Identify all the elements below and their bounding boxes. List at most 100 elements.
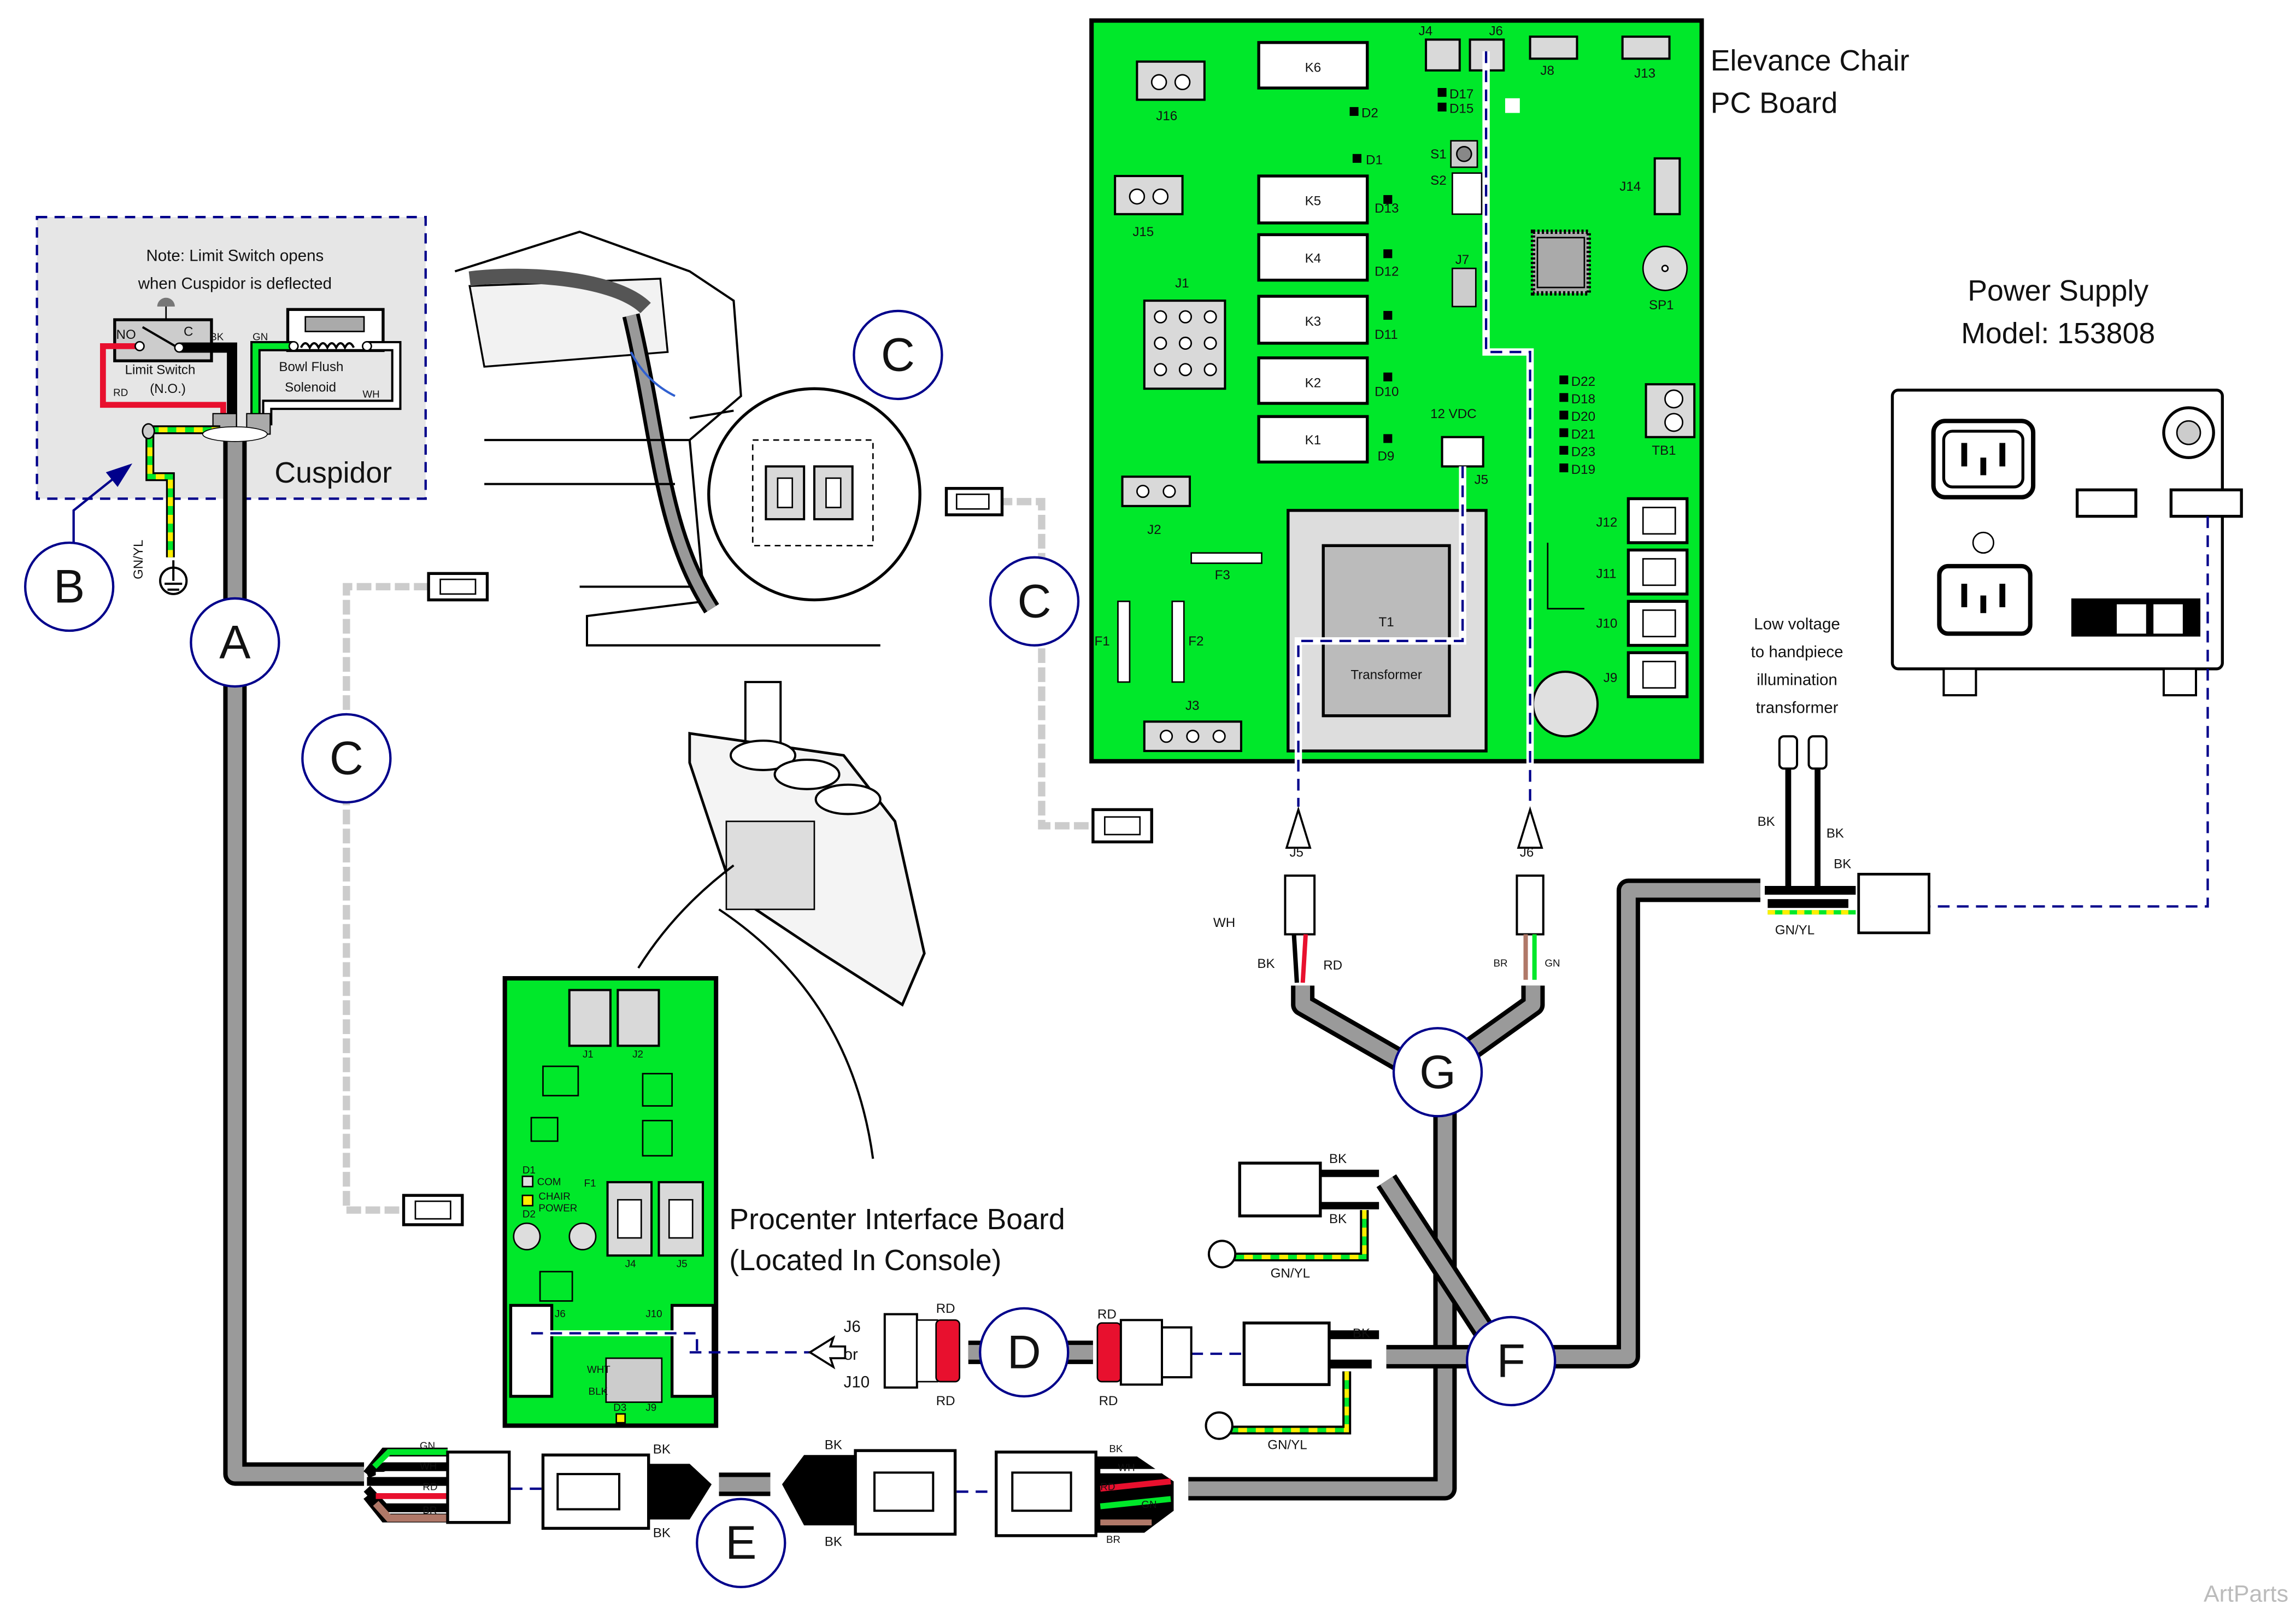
harness_d-rd3-label: RD: [1097, 1307, 1117, 1322]
harness_e-bk5-label: BK: [1109, 1443, 1123, 1454]
pc_board-s1-label: S1: [1430, 147, 1447, 162]
solenoid-label-line1: Bowl Flush: [279, 360, 343, 374]
limit-switch-type: (N.O.): [150, 381, 186, 396]
callout-a: A: [190, 597, 280, 688]
callouts-f-label: F: [1496, 1335, 1525, 1387]
connector-housing: [541, 1453, 650, 1530]
pc_board-connectors-j2-label: J2: [1147, 522, 1161, 537]
relay-k1: K1: [1257, 415, 1369, 464]
callout-b: B: [24, 541, 115, 632]
pc_board-diodes-8-label: D15: [1449, 102, 1473, 116]
pc_board-relays-4-label: K2: [1305, 375, 1322, 390]
pc_board-connectors-j11-label: J11: [1596, 566, 1616, 581]
test-pad: [1505, 98, 1520, 113]
pc_board-status_leds-0-label: D22: [1571, 374, 1595, 389]
pc_board-fuses-f3-label: F3: [1215, 568, 1230, 583]
procenter-j4-label: J4: [625, 1258, 636, 1270]
pc_board-connectors-j7-label: J7: [1455, 252, 1470, 267]
harness_e-rd-label: RD: [422, 1481, 437, 1493]
harness_d-rd4-label: RD: [1099, 1394, 1118, 1408]
harness_g-rd-label: RD: [1323, 958, 1342, 973]
transformer-t1: T1 Transformer: [1287, 509, 1488, 753]
harness_g-br-label: BR: [1494, 958, 1508, 969]
rj-plug: [944, 486, 1004, 516]
low_voltage-line3-label: illumination: [1757, 671, 1837, 689]
molex-connector: [2169, 488, 2243, 518]
power-supply: Power Supply Model: 153808: [1890, 274, 2243, 908]
ground-symbol-icon: [1972, 531, 1994, 554]
pc_board-status_leds-4-label: D23: [1571, 445, 1595, 460]
power-supply-title-line2: Model: 153808: [1961, 317, 2155, 350]
harness_e-bk1-label: BK: [653, 1442, 671, 1457]
capacitor: [1531, 671, 1599, 738]
pc_board-relays-5-label: K1: [1305, 433, 1322, 448]
pc_board-diodes-6-label: D9: [1377, 449, 1394, 464]
low_voltage-bk2-label: BK: [1827, 826, 1844, 841]
pc_board-status_leds-3-label: D21: [1571, 427, 1595, 442]
harness_e-br-label: BR: [422, 1505, 437, 1516]
power-supply-title-line1: Power Supply: [1968, 274, 2148, 307]
connector-housing: [446, 1451, 511, 1524]
procenter-f1-label: F1: [584, 1177, 596, 1189]
harness-f: BK BK GN/YL BK GN/YL: [1191, 1152, 1379, 1452]
harness_g-gn-label: GN: [1545, 958, 1560, 969]
harness_f-bk2-label: BK: [1329, 1212, 1347, 1226]
pc_board-connectors-j6-label: J6: [1489, 24, 1502, 38]
procenter-j2-label: J2: [632, 1048, 643, 1060]
harness_e-br2-label: BR: [1106, 1534, 1120, 1545]
harness_e-bk3-label: BK: [825, 1437, 842, 1452]
pc_board-connectors-j5-label: J5: [1475, 473, 1489, 488]
callouts-c-label: C: [1018, 575, 1052, 627]
ac-inlet-icon: [1931, 419, 2036, 500]
harness_d-or-label: or: [844, 1346, 858, 1364]
pc_board-connectors-tb1-label: TB1: [1652, 443, 1676, 458]
pc_board-t1-label: T1: [1379, 615, 1394, 630]
procenter-title-line1: Procenter Interface Board: [729, 1203, 1065, 1236]
low_voltage-gnyl-label: GN/YL: [1775, 923, 1815, 938]
procenter-title-line2: (Located In Console): [729, 1244, 1001, 1277]
harness_f-gnyl1-label: GN/YL: [1271, 1266, 1310, 1281]
procenter-com-label: COM: [537, 1176, 561, 1187]
harness_f-gnyl2-label: GN/YL: [1267, 1437, 1307, 1452]
cuspidor-note-line1: Note: Limit Switch opens: [146, 247, 324, 265]
pc-board-title-line1: Elevance Chair: [1711, 44, 1910, 77]
callout-c: C: [301, 713, 392, 804]
rj-plug: [402, 1194, 464, 1226]
callouts-g-label: G: [1419, 1046, 1456, 1099]
harness_e-bk2-label: BK: [653, 1525, 671, 1540]
harness_d-rd1-label: RD: [936, 1301, 955, 1316]
harness-g: J5 J6 WH BK RD BR GN: [1213, 806, 1560, 983]
pc_board-connectors-j13-label: J13: [1634, 66, 1655, 81]
low_voltage-line2-label: to handpiece: [1751, 643, 1843, 661]
c-terminal-label: C: [184, 325, 193, 339]
procenter-d2-label: D2: [522, 1208, 536, 1219]
low_voltage-bk1-label: BK: [1758, 814, 1775, 829]
callout-g: G: [1392, 1027, 1483, 1118]
pc_board-diodes-4-label: D11: [1375, 327, 1397, 342]
pc_board-status_leds-5-label: D19: [1571, 462, 1595, 477]
harness_e-bk4-label: BK: [825, 1535, 842, 1549]
callouts-e-label: E: [725, 1517, 756, 1569]
procenter-d3-label: D3: [613, 1402, 626, 1413]
wiring-diagram: Note: Limit Switch opens when Cuspidor i…: [24, 18, 2288, 1607]
cable-a: [202, 426, 365, 1486]
procenter-j5-label: J5: [677, 1258, 688, 1270]
pc_board-diodes-1-label: D1: [1366, 153, 1383, 168]
pc_board-diodes-5-label: D10: [1375, 385, 1399, 400]
gnyl-wire-label: GN/YL: [131, 540, 146, 579]
procenter-j6-label: J6: [555, 1308, 566, 1319]
callout-c: C: [853, 309, 943, 401]
chair-base-illustration: [454, 230, 921, 647]
low_voltage-line1-label: Low voltage: [1754, 615, 1840, 633]
pc_board-connectors-j15-label: J15: [1132, 225, 1154, 239]
harness_e-gn-label: GN: [420, 1440, 435, 1451]
callouts-b-label: B: [54, 560, 85, 613]
relay-k4: K4: [1257, 233, 1369, 282]
callouts-c-label: C: [881, 328, 915, 381]
rj-jack-j5: J5: [657, 1181, 704, 1270]
relay-k6: K6: [1257, 41, 1369, 90]
ground-icon: [159, 560, 188, 595]
solenoid-label-line2: Solenoid: [285, 380, 336, 395]
harness_d-j10-label: J10: [844, 1373, 870, 1391]
pc_board-connectors-j10-label: J10: [1596, 616, 1617, 631]
